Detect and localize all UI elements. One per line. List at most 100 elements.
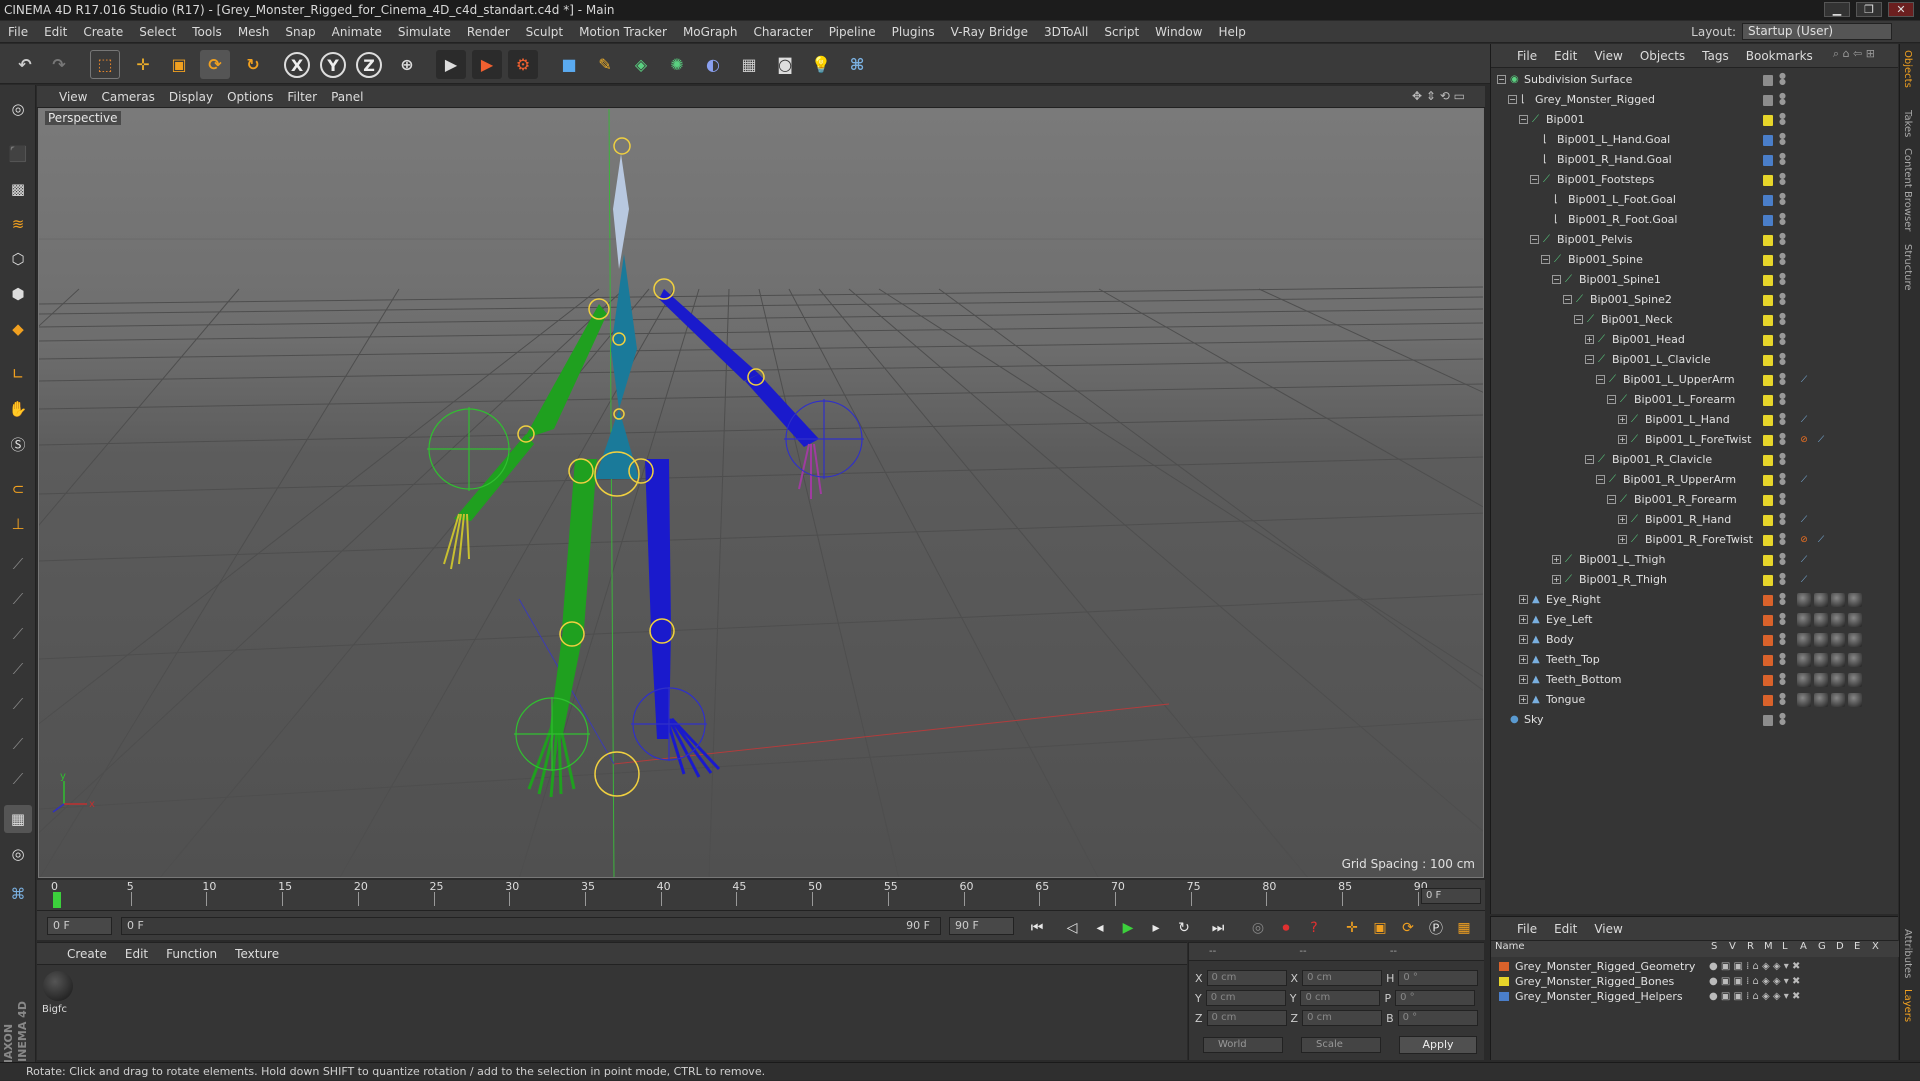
material-tag-icon[interactable]: [1848, 693, 1862, 707]
position-z-field[interactable]: 0 cm: [1206, 1010, 1287, 1026]
object-row[interactable]: + ▲ Teeth_Top ● ●: [1491, 650, 1899, 670]
visibility-dots-icon[interactable]: ● ●: [1779, 432, 1786, 447]
layer-row[interactable]: Grey_Monster_Rigged_Bones ● ▣ ▣ ⁞ ⌂ ◈ ◈ …: [1491, 974, 1899, 989]
objects-menu-view[interactable]: View: [1594, 49, 1622, 63]
array-icon[interactable]: ✺: [662, 50, 692, 79]
y-axis-icon[interactable]: Y: [320, 52, 346, 78]
layer-name[interactable]: Grey_Monster_Rigged_Helpers: [1515, 989, 1683, 1004]
material-tag-icon[interactable]: [1797, 613, 1811, 627]
object-name[interactable]: Bip001_R_UpperArm: [1623, 470, 1736, 490]
layer-color-icon[interactable]: [1763, 695, 1773, 706]
visibility-dots-icon[interactable]: ● ●: [1779, 192, 1786, 207]
viewport-menu-panel[interactable]: Panel: [331, 90, 363, 104]
layer-color-swatch[interactable]: [1499, 977, 1509, 986]
material-tag-icon[interactable]: [1814, 653, 1828, 667]
object-row[interactable]: − ◉ Subdivision Surface ● ●: [1491, 70, 1899, 90]
object-name[interactable]: Bip001_Head: [1612, 330, 1685, 350]
expand-toggle-icon[interactable]: −: [1563, 295, 1572, 304]
object-name[interactable]: Bip001_R_Clavicle: [1612, 450, 1712, 470]
layer-color-icon[interactable]: [1763, 435, 1773, 446]
object-row[interactable]: − ⟋ Bip001_R_Forearm ● ●: [1491, 490, 1899, 510]
layer-toggle-icons[interactable]: ● ▣ ▣ ⁞ ⌂ ◈ ◈ ▾ ✖: [1709, 989, 1800, 1004]
ik-tag-icon[interactable]: ⟋: [1797, 473, 1811, 487]
ik-tag-icon[interactable]: ⟋: [1814, 433, 1828, 447]
object-row[interactable]: ⌊ Bip001_R_Foot.Goal ● ●: [1491, 210, 1899, 230]
expand-toggle-icon[interactable]: +: [1618, 515, 1627, 524]
object-name[interactable]: Bip001_R_Thigh: [1579, 570, 1667, 590]
play-forward-icon[interactable]: ▶: [1117, 917, 1139, 939]
side-tab-structure[interactable]: Structure: [1902, 244, 1913, 291]
material-tag-icon[interactable]: [1831, 613, 1845, 627]
joint-tool-icon[interactable]: ⟋: [4, 550, 32, 578]
menu-motion-tracker[interactable]: Motion Tracker: [571, 21, 675, 43]
object-row[interactable]: ● Sky ● ●: [1491, 710, 1899, 730]
cube-icon[interactable]: ■: [554, 50, 584, 79]
render-settings-icon[interactable]: ⚙: [508, 50, 538, 79]
key-scale-icon[interactable]: ▣: [1369, 917, 1391, 939]
ik-tag-icon[interactable]: ⟋: [1797, 513, 1811, 527]
side-tab-content-browser[interactable]: Content Browser: [1902, 148, 1913, 231]
layer-color-icon[interactable]: [1763, 455, 1773, 466]
layer-color-icon[interactable]: [1763, 275, 1773, 286]
object-row[interactable]: + ▲ Eye_Left ● ●: [1491, 610, 1899, 630]
previous-frame-icon[interactable]: ◂: [1089, 917, 1111, 939]
material-tag-icon[interactable]: [1831, 633, 1845, 647]
material-tag-icon[interactable]: [1831, 693, 1845, 707]
material-tag-icon[interactable]: [1831, 653, 1845, 667]
material-tag-icon[interactable]: [1797, 693, 1811, 707]
expand-toggle-icon[interactable]: −: [1519, 115, 1528, 124]
layer-color-icon[interactable]: [1763, 315, 1773, 326]
menu-help[interactable]: Help: [1210, 21, 1253, 43]
object-name[interactable]: Bip001_L_Clavicle: [1612, 350, 1711, 370]
viewport-perspective[interactable]: y x Perspective Grid Spacing : 100 cm: [38, 108, 1484, 878]
layer-color-icon[interactable]: [1763, 215, 1773, 226]
visibility-dots-icon[interactable]: ● ●: [1779, 332, 1786, 347]
object-name[interactable]: Grey_Monster_Rigged: [1535, 90, 1655, 110]
key-parameter-icon[interactable]: Ⓟ: [1425, 917, 1447, 939]
layer-menu-edit[interactable]: Edit: [1554, 922, 1577, 936]
scale-icon[interactable]: ▣: [164, 50, 194, 79]
expand-toggle-icon[interactable]: +: [1519, 695, 1528, 704]
material-tag-icon[interactable]: [1814, 673, 1828, 687]
texture-mode-icon[interactable]: ▩: [4, 175, 32, 203]
object-row[interactable]: − ⟋ Bip001_Neck ● ●: [1491, 310, 1899, 330]
layer-toggle-icons[interactable]: ● ▣ ▣ ⁞ ⌂ ◈ ◈ ▾ ✖: [1709, 959, 1800, 974]
object-name[interactable]: Tongue: [1546, 690, 1585, 710]
object-row[interactable]: + ⟋ Bip001_Head ● ●: [1491, 330, 1899, 350]
visibility-dots-icon[interactable]: ● ●: [1779, 252, 1786, 267]
layer-color-icon[interactable]: [1763, 515, 1773, 526]
expand-toggle-icon[interactable]: −: [1530, 235, 1539, 244]
rotation-p-field[interactable]: 0 °: [1395, 990, 1476, 1006]
layer-color-swatch[interactable]: [1499, 992, 1509, 1001]
protection-tag-icon[interactable]: ⊘: [1797, 533, 1811, 547]
visibility-dots-icon[interactable]: ● ●: [1779, 632, 1786, 647]
bind-tool-icon[interactable]: ⟋: [4, 655, 32, 683]
layer-row[interactable]: Grey_Monster_Rigged_Helpers ● ▣ ▣ ⁞ ⌂ ◈ …: [1491, 989, 1899, 1004]
object-name[interactable]: Bip001_L_Hand.Goal: [1557, 130, 1670, 150]
expand-toggle-icon[interactable]: −: [1530, 175, 1539, 184]
visibility-dots-icon[interactable]: ● ●: [1779, 512, 1786, 527]
object-name[interactable]: Bip001_L_Hand: [1645, 410, 1730, 430]
objects-menu-objects[interactable]: Objects: [1640, 49, 1685, 63]
object-name[interactable]: Bip001_Spine1: [1579, 270, 1661, 290]
menu-vray-bridge[interactable]: V-Ray Bridge: [943, 21, 1036, 43]
material-tag-icon[interactable]: [1814, 633, 1828, 647]
menu-sculpt[interactable]: Sculpt: [518, 21, 571, 43]
material-tag-icon[interactable]: [1797, 593, 1811, 607]
next-frame-icon[interactable]: ▸: [1145, 917, 1167, 939]
layer-color-icon[interactable]: [1763, 255, 1773, 266]
expand-toggle-icon[interactable]: −: [1552, 275, 1561, 284]
visibility-dots-icon[interactable]: ● ●: [1779, 72, 1786, 87]
object-name[interactable]: Bip001_R_Hand.Goal: [1557, 150, 1672, 170]
side-tab-takes[interactable]: Takes: [1902, 110, 1913, 137]
magnet-icon[interactable]: ⊂: [4, 475, 32, 503]
rotation-h-field[interactable]: 0 °: [1398, 970, 1479, 986]
camera-icon[interactable]: ◙: [770, 50, 800, 79]
expand-toggle-icon[interactable]: −: [1541, 255, 1550, 264]
expand-toggle-icon[interactable]: −: [1607, 495, 1616, 504]
material-menu-texture[interactable]: Texture: [235, 947, 279, 961]
expand-toggle-icon[interactable]: +: [1618, 535, 1627, 544]
layer-color-icon[interactable]: [1763, 355, 1773, 366]
expand-toggle-icon[interactable]: −: [1497, 75, 1506, 84]
viewport-nav-icons[interactable]: ✥ ⇕ ⟲ ▭: [1412, 89, 1465, 103]
